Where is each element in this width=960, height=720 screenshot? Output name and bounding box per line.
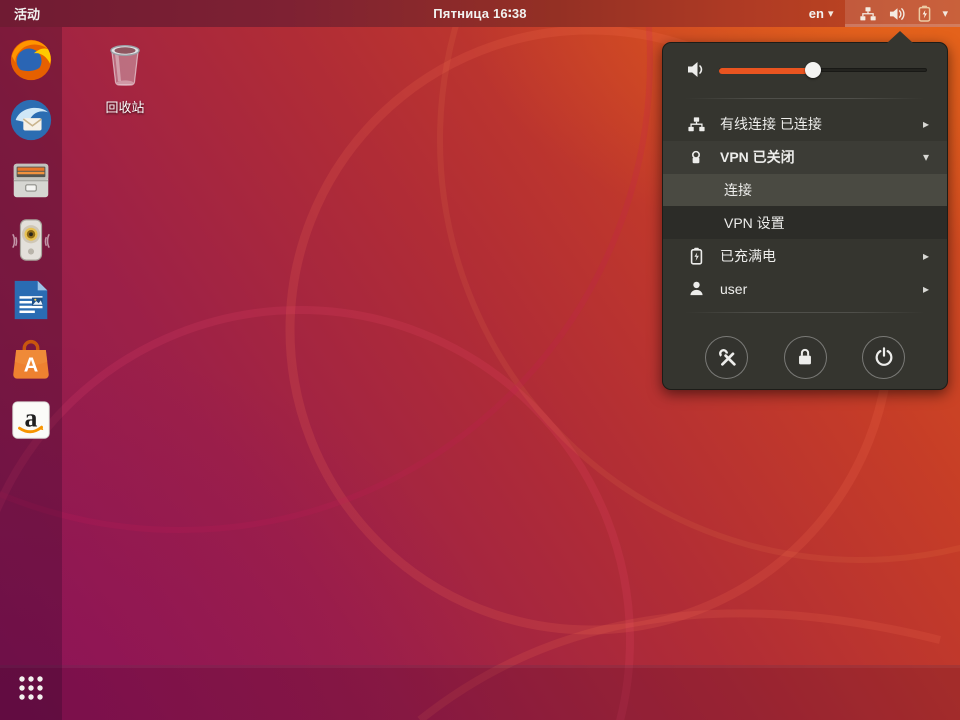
settings-tools-icon	[716, 346, 738, 368]
separator	[685, 98, 925, 99]
amazon-icon: a	[8, 397, 54, 443]
battery-charging-icon	[918, 5, 931, 22]
activities-label: 活动	[14, 4, 40, 23]
battery-full-charged-icon	[690, 247, 703, 265]
dock-item-ubuntu-software[interactable]: A	[7, 336, 55, 384]
separator	[685, 312, 925, 313]
firefox-icon	[8, 37, 54, 83]
keyboard-layout-button[interactable]: en ▾	[797, 0, 846, 27]
power-icon	[873, 346, 895, 368]
dock-item-firefox[interactable]	[7, 36, 55, 84]
ubuntu-software-icon: A	[8, 337, 54, 383]
vpn-label: VPN 已关闭	[720, 147, 909, 167]
rhythmbox-icon	[8, 217, 54, 263]
lock-icon	[794, 346, 816, 368]
menu-item-wired-connection[interactable]: 有线连接 已连接 ▸	[663, 108, 947, 141]
menu-item-vpn-settings[interactable]: VPN 设置	[663, 206, 947, 239]
clock-label: Пятница 16∶38	[433, 6, 526, 21]
network-wired-icon	[687, 116, 706, 133]
vpn-settings-label: VPN 设置	[724, 213, 933, 233]
chevron-down-icon: ▾	[942, 7, 948, 20]
system-actions-row	[663, 326, 947, 379]
settings-button[interactable]	[705, 336, 748, 379]
dock-item-rhythmbox[interactable]	[7, 216, 55, 264]
wired-connection-label: 有线连接 已连接	[720, 114, 909, 134]
system-menu-popup: 有线连接 已连接 ▸ VPN 已关闭 ▾ 连接 VPN 设置	[662, 42, 948, 390]
user-label: user	[720, 281, 909, 297]
lock-button[interactable]	[784, 336, 827, 379]
keyboard-layout-label: en	[809, 6, 824, 21]
chevron-right-icon: ▸	[923, 282, 933, 296]
chevron-right-icon: ▸	[923, 249, 933, 263]
chevron-down-icon: ▾	[923, 150, 933, 164]
vpn-lock-icon	[688, 149, 704, 166]
menu-item-user[interactable]: user ▸	[663, 272, 947, 305]
power-button[interactable]	[862, 336, 905, 379]
svg-text:a: a	[25, 404, 38, 433]
svg-text:A: A	[24, 355, 39, 377]
thunderbird-icon	[8, 97, 54, 143]
dock-item-libreoffice-writer[interactable]	[7, 276, 55, 324]
chevron-down-icon: ▾	[828, 7, 834, 20]
trash-desktop-icon[interactable]: 回收站	[92, 38, 158, 116]
trash-can-icon	[100, 38, 150, 90]
volume-handle[interactable]	[805, 62, 821, 78]
dock-item-amazon[interactable]: a	[7, 396, 55, 444]
battery-status-label: 已充满电	[720, 246, 909, 266]
volume-slider[interactable]	[719, 61, 927, 79]
menu-item-vpn-connect[interactable]: 连接	[663, 174, 947, 207]
volume-row	[663, 49, 947, 91]
files-icon	[8, 157, 54, 203]
libreoffice-writer-icon	[8, 277, 54, 323]
top-bar-right: en ▾ ▾	[797, 0, 960, 27]
menu-item-vpn[interactable]: VPN 已关闭 ▾	[663, 141, 947, 174]
speaker-icon[interactable]	[685, 60, 707, 79]
dock: A a	[0, 27, 62, 720]
volume-icon	[888, 6, 907, 22]
dock-item-files[interactable]	[7, 156, 55, 204]
network-wired-icon	[859, 6, 877, 22]
user-icon	[688, 280, 705, 297]
dock-item-thunderbird[interactable]	[7, 96, 55, 144]
show-applications-grid-icon	[18, 675, 44, 701]
top-bar: 活动 Пятница 16∶38 en ▾ ▾	[0, 0, 960, 27]
volume-fill	[719, 68, 813, 74]
clock-button[interactable]: Пятница 16∶38	[433, 6, 526, 22]
chevron-right-icon: ▸	[923, 117, 933, 131]
wallpaper-bottom-band	[0, 665, 960, 720]
system-tray-button[interactable]: ▾	[845, 0, 960, 27]
trash-label: 回收站	[92, 97, 158, 116]
show-applications-button[interactable]	[7, 664, 55, 712]
vpn-connect-label: 连接	[724, 180, 933, 200]
menu-item-battery[interactable]: 已充满电 ▸	[663, 239, 947, 272]
activities-button[interactable]: 活动	[0, 0, 54, 27]
